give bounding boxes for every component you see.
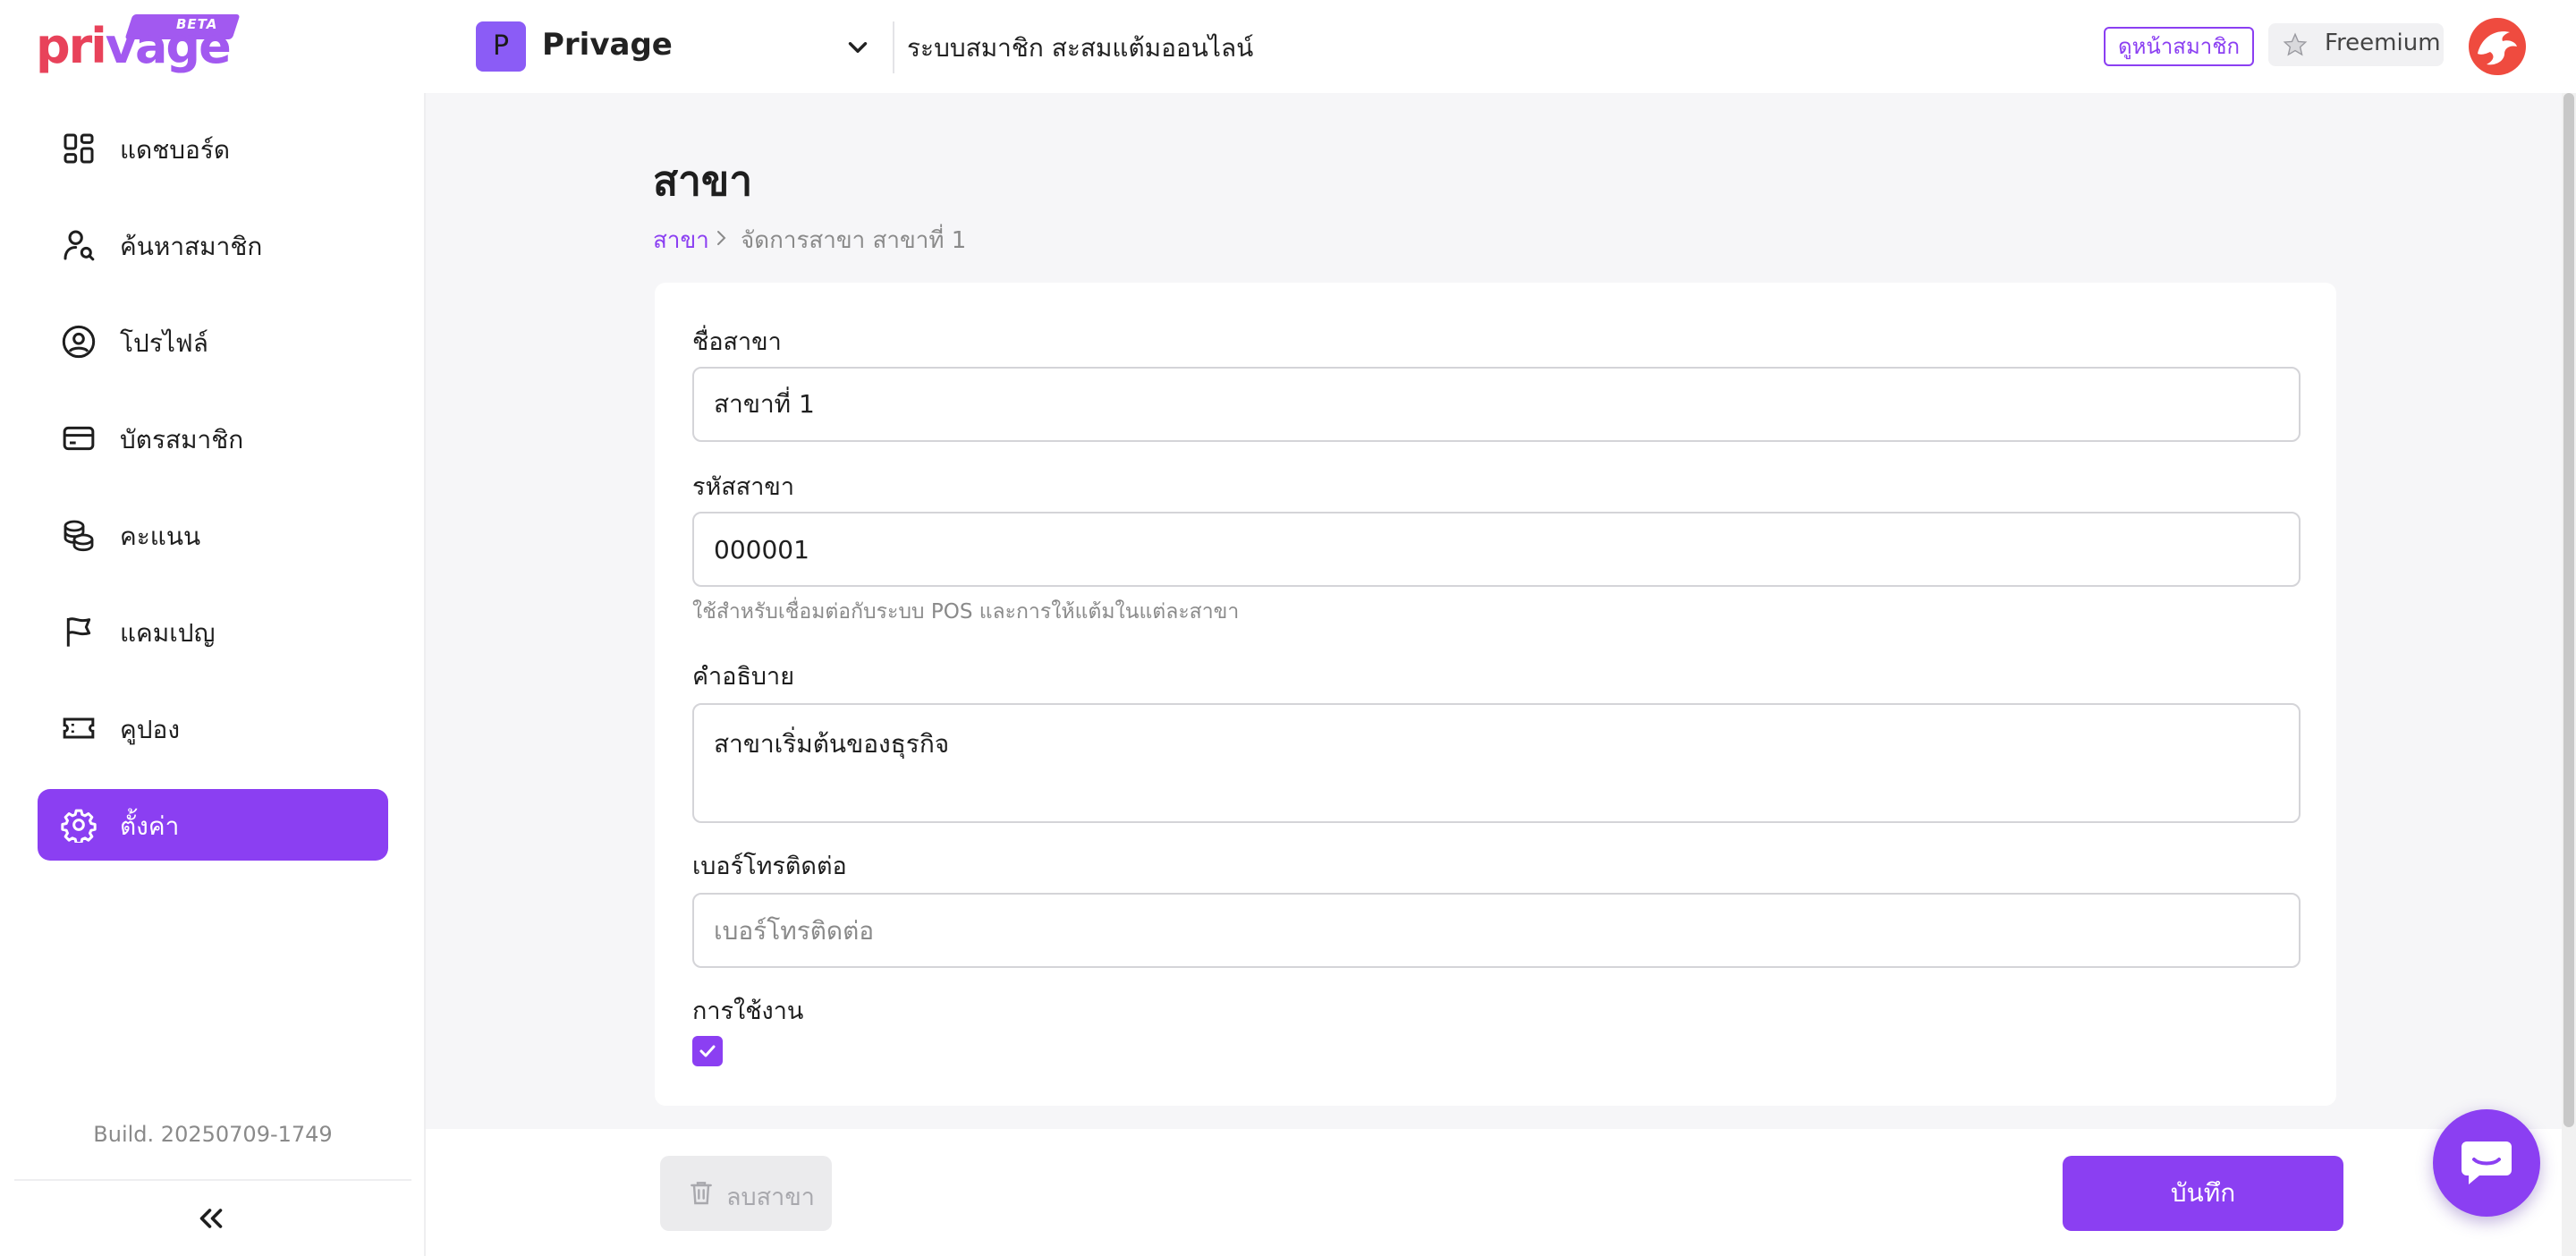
description-label: คำอธิบาย [692, 663, 795, 691]
chevrons-left-icon[interactable] [195, 1202, 227, 1235]
sidebar-item-coupon[interactable]: คูปอง [38, 692, 388, 764]
description-textarea[interactable]: สาขาเริ่มต้นของธุรกิจ [692, 703, 2301, 823]
branch-form-card: ชื่อสาขา รหัสสาขา ใช้สำหรับเชื่อมต่อกับร… [655, 283, 2336, 1106]
breadcrumb-link-branches[interactable]: สาขา [653, 222, 709, 259]
coins-icon [64, 520, 94, 552]
active-status-label: การใช้งาน [692, 997, 804, 1025]
scrollbar-thumb[interactable] [2563, 93, 2574, 1127]
sidebar-item-label: แคมเปญ [120, 618, 216, 648]
sidebar-item-label: แดชบอร์ด [120, 135, 231, 165]
branch-name-input[interactable] [692, 367, 2301, 442]
logo-wordmark: privage [36, 18, 232, 74]
delete-branch-label: ลบสาขา [726, 1184, 815, 1211]
breadcrumb-current: จัดการสาขา สาขาที่ 1 [741, 227, 967, 254]
active-checkbox[interactable] [692, 1036, 723, 1066]
sidebar-item-label: คะแนน [120, 522, 201, 551]
view-member-page-button[interactable]: ดูหน้าสมาชิก [2104, 27, 2255, 66]
org-avatar: P [476, 21, 526, 72]
sidebar-item-points[interactable]: คะแนน [38, 499, 388, 571]
plan-badge[interactable]: Freemium [2268, 23, 2444, 66]
branch-name-label: ชื่อสาขา [692, 328, 782, 356]
build-version: Build. 20250709-1749 [93, 1122, 333, 1147]
checkmark-icon [699, 1045, 716, 1057]
sidebar-item-label: คูปอง [120, 715, 180, 744]
chevron-right-icon [717, 231, 726, 245]
chevron-down-icon[interactable] [843, 32, 873, 63]
flag-icon [66, 617, 91, 647]
user-search-icon [64, 230, 95, 261]
branch-code-input[interactable] [692, 512, 2301, 587]
trash-icon [691, 1182, 712, 1205]
logo-text-pri: pri [36, 18, 107, 74]
branch-code-label: รหัสสาขา [692, 473, 795, 501]
ticket-icon [63, 717, 95, 739]
page-title: สาขา [653, 157, 753, 205]
top-bar: BETA privage P Privage ระบบสมาชิก สะสมแต… [0, 0, 2576, 93]
chat-support-button[interactable] [2433, 1109, 2540, 1217]
sidebar: แดชบอร์ด ค้นหาสมาชิก โปรไฟล์ บัตรสมาชิก … [0, 93, 426, 1256]
delete-branch-button[interactable]: ลบสาขา [660, 1156, 832, 1231]
sidebar-item-label: บัตรสมาชิก [120, 425, 244, 454]
branch-code-help: ใช้สำหรับเชื่อมต่อกับระบบ POS และการให้แ… [692, 600, 1240, 624]
sidebar-item-settings[interactable]: ตั้งค่า [38, 789, 388, 861]
plan-name: Freemium [2325, 30, 2441, 56]
sidebar-divider [14, 1179, 411, 1181]
sidebar-item-label: โปรไฟล์ [120, 328, 208, 358]
card-icon [63, 426, 95, 451]
sidebar-item-profile[interactable]: โปรไฟล์ [38, 306, 388, 378]
chat-bubble-icon [2462, 1141, 2512, 1184]
sidebar-item-label: ตั้งค่า [120, 811, 180, 841]
topbar-divider [893, 21, 894, 73]
gear-icon [61, 809, 97, 843]
phone-input[interactable] [692, 893, 2301, 968]
logo-text-vage: vage [105, 18, 232, 74]
app-title: ระบบสมาชิก สะสมแต้มออนไลน์ [907, 33, 1254, 63]
save-button[interactable]: บันทึก [2063, 1156, 2343, 1231]
sidebar-item-dashboard[interactable]: แดชบอร์ด [38, 113, 388, 184]
organization-switcher[interactable]: P Privage [476, 21, 887, 72]
sidebar-item-label: ค้นหาสมาชิก [120, 232, 263, 261]
org-name: Privage [542, 27, 673, 63]
phone-label: เบอร์โทรติดต่อ [692, 853, 847, 880]
user-circle-icon [62, 325, 96, 359]
form-action-bar: ลบสาขา บันทึก [426, 1129, 2576, 1256]
sidebar-item-campaign[interactable]: แคมเปญ [38, 596, 388, 667]
privage-logo[interactable]: BETA privage [36, 14, 241, 75]
sidebar-item-member-card[interactable]: บัตรสมาชิก [38, 403, 388, 474]
dashboard-icon [64, 133, 94, 164]
dragon-avatar-icon[interactable] [2469, 18, 2526, 75]
sidebar-item-member-search[interactable]: ค้นหาสมาชิก [38, 209, 388, 281]
star-icon [2283, 32, 2308, 56]
